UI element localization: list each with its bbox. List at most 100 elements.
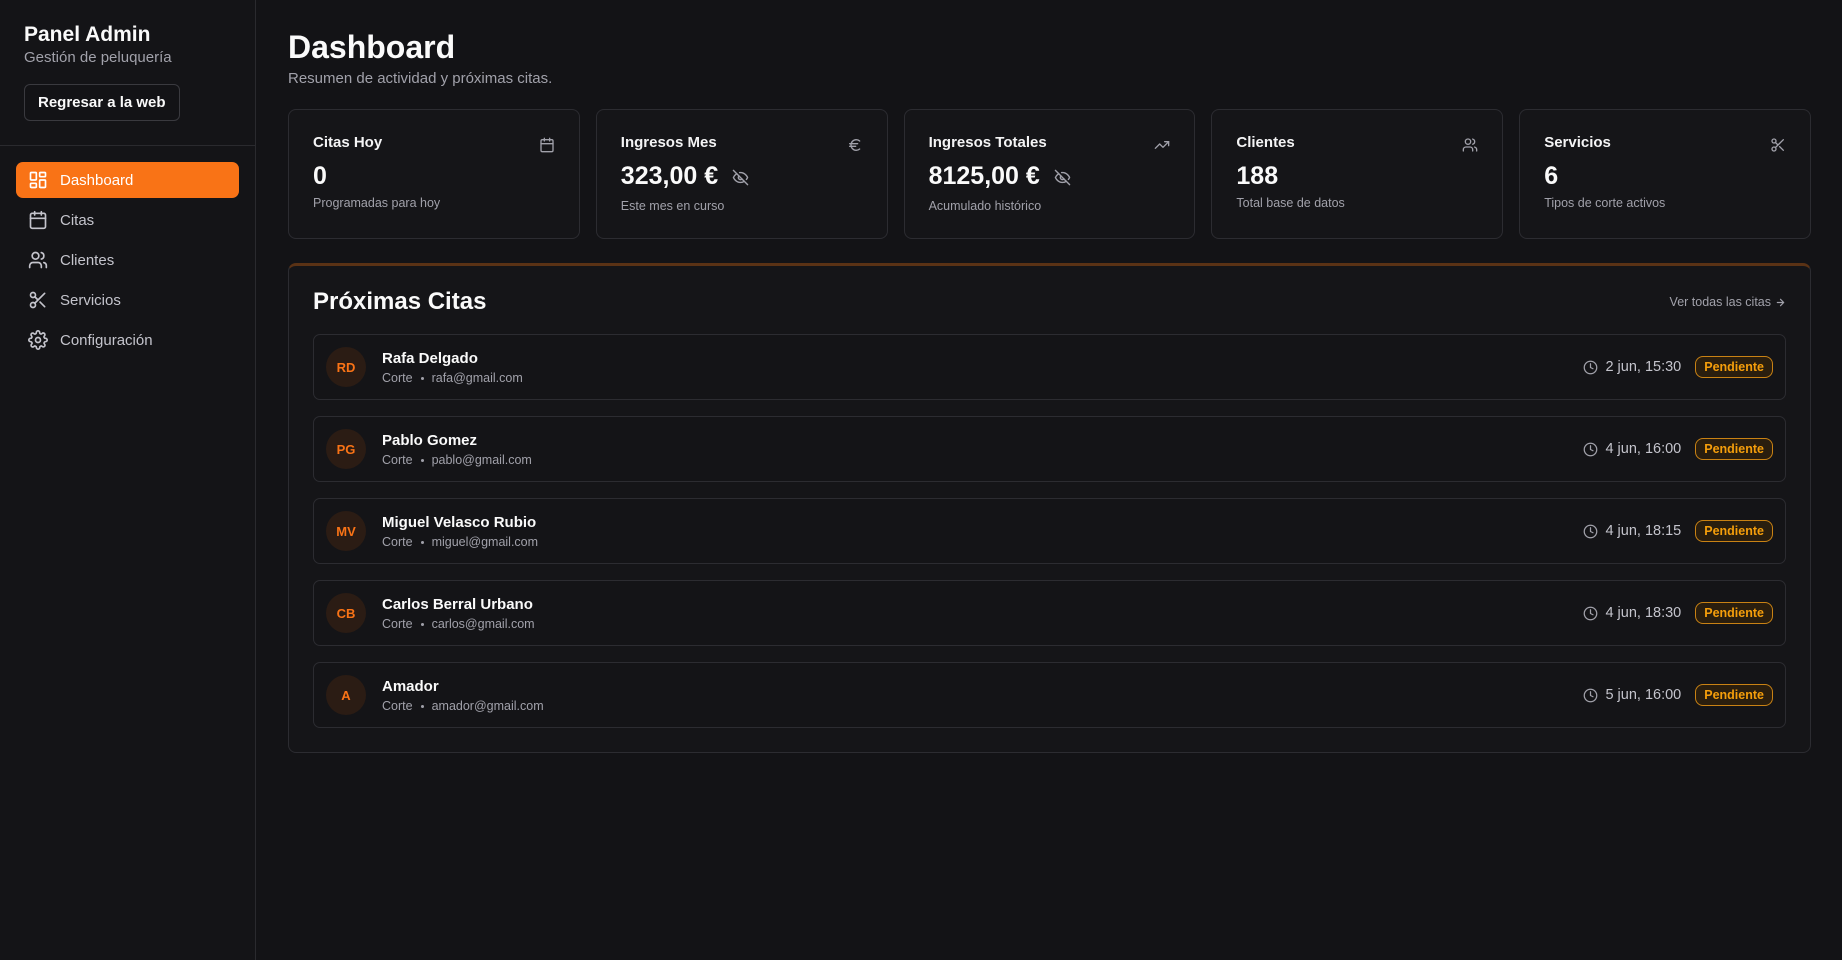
appointment-time: 4 jun, 16:00 xyxy=(1583,441,1681,457)
appointment-person: Rafa Delgado Corte rafa@gmail.com xyxy=(382,349,1583,385)
clock-icon xyxy=(1584,606,1598,620)
client-email: amador@gmail.com xyxy=(431,699,544,713)
back-to-web-button[interactable]: Regresar a la web xyxy=(24,84,180,121)
sidebar-item-servicios[interactable]: Servicios xyxy=(16,282,239,318)
separator-dot xyxy=(420,376,424,380)
service-name: Corte xyxy=(382,371,413,385)
sidebar-item-label: Configuración xyxy=(60,331,153,349)
stat-description: Programadas para hoy xyxy=(313,196,441,210)
status-badge: Pendiente xyxy=(1695,438,1773,460)
clock-icon xyxy=(1584,524,1598,538)
clock-icon xyxy=(1584,360,1598,374)
appointment-meta: Corte pablo@gmail.com xyxy=(382,453,1583,467)
stats-row: Citas Hoy 0 Programadas para hoy Ingreso… xyxy=(288,109,1811,239)
client-email: carlos@gmail.com xyxy=(431,617,535,631)
sidebar-item-dashboard[interactable]: Dashboard xyxy=(16,162,239,198)
appointment-row[interactable]: MV Miguel Velasco Rubio Corte miguel@gma… xyxy=(313,498,1786,564)
separator-dot xyxy=(420,704,424,708)
time-label: 4 jun, 18:15 xyxy=(1605,523,1682,539)
stat-value: 188 xyxy=(1236,162,1279,190)
client-email: rafa@gmail.com xyxy=(431,371,523,385)
stat-description: Tipos de corte activos xyxy=(1544,196,1666,210)
appointment-meta: Corte miguel@gmail.com xyxy=(382,535,1583,549)
client-email: miguel@gmail.com xyxy=(431,535,539,549)
scissors-icon xyxy=(1771,138,1784,152)
time-label: 4 jun, 18:30 xyxy=(1605,605,1682,621)
brand-title: Panel Admin xyxy=(24,23,151,46)
arrow-right-icon xyxy=(1776,298,1785,306)
appointment-row[interactable]: CB Carlos Berral Urbano Corte carlos@gma… xyxy=(313,580,1786,646)
status-badge: Pendiente xyxy=(1695,356,1773,378)
status-badge: Pendiente xyxy=(1695,602,1773,624)
service-name: Corte xyxy=(382,617,413,631)
time-label: 4 jun, 16:00 xyxy=(1605,441,1682,457)
avatar: RD xyxy=(326,347,366,387)
appointment-person: Miguel Velasco Rubio Corte miguel@gmail.… xyxy=(382,513,1583,549)
client-name: Rafa Delgado xyxy=(382,350,478,367)
sidebar: Panel Admin Gestión de peluquería Regres… xyxy=(0,0,256,960)
service-name: Corte xyxy=(382,535,413,549)
appointments-list: RD Rafa Delgado Corte rafa@gmail.com 2 j… xyxy=(313,334,1786,728)
trending-up-icon xyxy=(1155,141,1170,149)
stat-label: Ingresos Totales xyxy=(928,134,1047,151)
scissors-icon xyxy=(29,291,46,309)
status-badge: Pendiente xyxy=(1695,684,1773,706)
separator-dot xyxy=(420,540,424,544)
appointment-row[interactable]: A Amador Corte amador@gmail.com 5 jun, 1… xyxy=(313,662,1786,728)
client-name: Pablo Gomez xyxy=(382,432,478,449)
stat-card-citas-hoy: Citas Hoy 0 Programadas para hoy xyxy=(288,109,580,239)
stat-description: Total base de datos xyxy=(1236,196,1345,210)
sidebar-item-configuracion[interactable]: Configuración xyxy=(16,322,239,358)
stat-value: 6 xyxy=(1544,162,1559,190)
appointment-person: Carlos Berral Urbano Corte carlos@gmail.… xyxy=(382,595,1583,631)
separator-dot xyxy=(420,622,424,626)
stat-card-ingresos-mes: Ingresos Mes 323,00 € Este mes en curso xyxy=(595,109,888,239)
stat-card-clientes: Clientes 188 Total base de datos xyxy=(1211,109,1504,239)
appointment-row[interactable]: PG Pablo Gomez Corte pablo@gmail.com 4 j… xyxy=(313,416,1786,482)
sidebar-nav: Dashboard Citas Clientes Servicios Confi… xyxy=(0,146,255,374)
page-title: Dashboard xyxy=(288,29,456,65)
stat-value-row: 323,00 € xyxy=(621,161,863,191)
stat-value: 0 xyxy=(313,162,327,190)
appointment-meta: Corte rafa@gmail.com xyxy=(382,371,1583,385)
gear-icon xyxy=(28,330,48,350)
see-all-label: Ver todas las citas xyxy=(1669,295,1771,309)
avatar: PG xyxy=(326,429,366,469)
avatar: CB xyxy=(326,593,366,633)
service-name: Corte xyxy=(382,699,413,713)
page-subtitle: Resumen de actividad y próximas citas. xyxy=(288,70,553,87)
upcoming-appointments-panel: Próximas Citas Ver todas las citas RD Ra… xyxy=(288,263,1811,753)
appointment-row[interactable]: RD Rafa Delgado Corte rafa@gmail.com 2 j… xyxy=(313,334,1786,400)
stat-value: 8125,00 € xyxy=(928,162,1040,190)
users-icon xyxy=(1462,138,1478,152)
stat-value-row: 8125,00 € xyxy=(929,161,1171,191)
users-icon xyxy=(28,251,48,269)
sidebar-item-label: Clientes xyxy=(60,251,115,269)
euro-icon xyxy=(848,138,860,151)
appointment-meta: Corte carlos@gmail.com xyxy=(382,617,1583,631)
eye-off-icon[interactable] xyxy=(732,169,749,186)
sidebar-item-citas[interactable]: Citas xyxy=(16,202,239,238)
sidebar-item-label: Citas xyxy=(60,211,95,229)
main-content: Dashboard Resumen de actividad y próxima… xyxy=(256,0,1842,960)
avatar: MV xyxy=(326,511,366,551)
appointment-person: Amador Corte amador@gmail.com xyxy=(382,677,1583,713)
time-label: 2 jun, 15:30 xyxy=(1605,359,1682,375)
sidebar-item-label: Dashboard xyxy=(60,171,134,189)
stat-label: Citas Hoy xyxy=(313,134,383,151)
client-email: pablo@gmail.com xyxy=(431,453,532,467)
sidebar-item-label: Servicios xyxy=(60,291,121,309)
client-name: Amador xyxy=(382,678,439,695)
appointment-time: 4 jun, 18:30 xyxy=(1583,605,1681,621)
time-label: 5 jun, 16:00 xyxy=(1605,687,1682,703)
client-name: Miguel Velasco Rubio xyxy=(382,514,537,531)
clock-icon xyxy=(1584,442,1598,456)
sidebar-item-clientes[interactable]: Clientes xyxy=(16,242,239,278)
stat-value-row: 0 xyxy=(313,161,555,191)
stat-label: Clientes xyxy=(1236,134,1295,151)
stat-value-row: 6 xyxy=(1544,161,1786,191)
sidebar-header: Panel Admin Gestión de peluquería Regres… xyxy=(0,0,255,146)
eye-off-icon[interactable] xyxy=(1054,169,1071,186)
client-name: Carlos Berral Urbano xyxy=(382,596,533,613)
see-all-appointments-link[interactable]: Ver todas las citas xyxy=(1670,295,1786,309)
